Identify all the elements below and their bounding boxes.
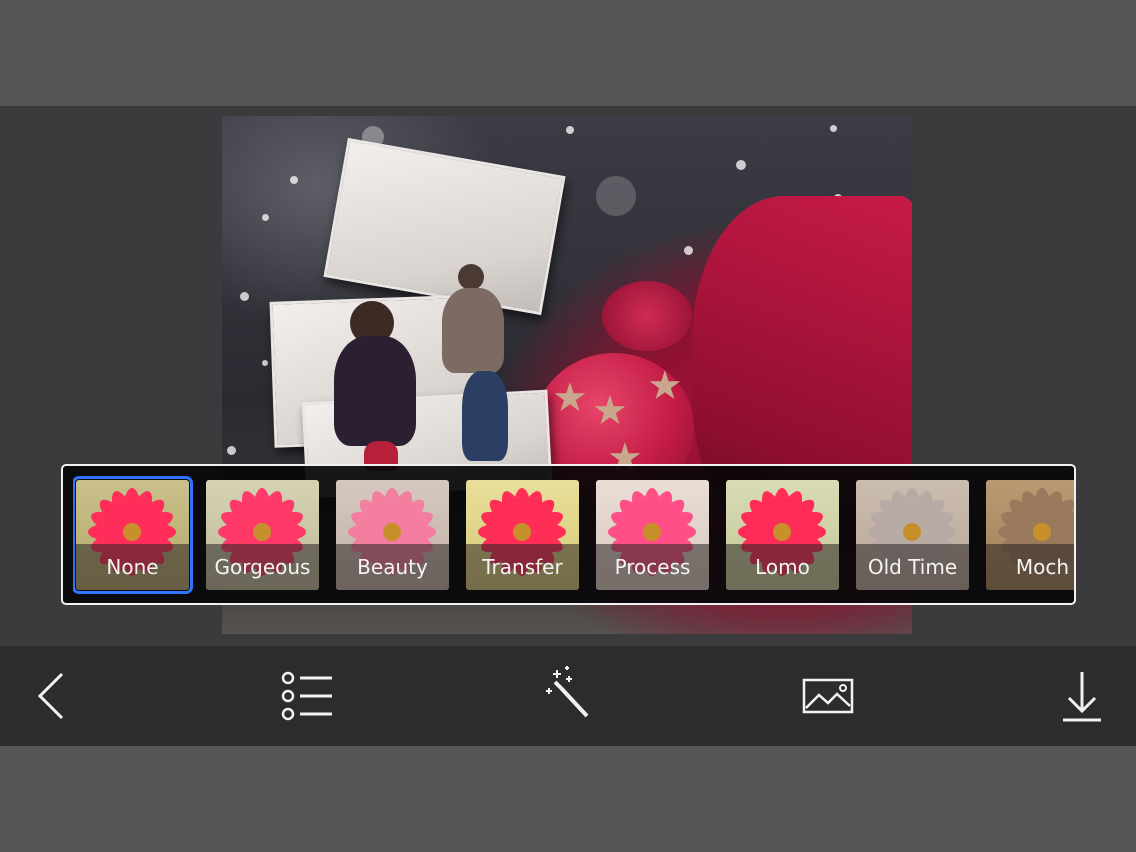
magic-wand-button[interactable]: [535, 662, 605, 732]
filter-old-time[interactable]: Old Time: [856, 480, 969, 590]
top-bar: [0, 0, 1136, 106]
filter-label: Transfer: [466, 544, 579, 590]
filter-beauty[interactable]: Beauty: [336, 480, 449, 590]
list-button[interactable]: [272, 662, 342, 732]
image-button[interactable]: [793, 662, 863, 732]
download-button[interactable]: [1047, 662, 1117, 732]
filter-strip: None Gorgeous Beauty Transfer Process Lomo Old…: [61, 464, 1076, 605]
filter-moch[interactable]: Moch: [986, 480, 1074, 590]
image-icon: [802, 678, 854, 714]
back-button[interactable]: [16, 662, 86, 732]
filter-process[interactable]: Process: [596, 480, 709, 590]
list-icon: [281, 671, 332, 721]
back-chevron-icon: [37, 672, 64, 720]
bottom-bar: [0, 746, 1136, 852]
filter-list[interactable]: None Gorgeous Beauty Transfer Process Lomo Old…: [73, 474, 1074, 594]
download-icon: [1063, 672, 1101, 722]
filter-label: None: [76, 544, 189, 590]
filter-lomo[interactable]: Lomo: [726, 480, 839, 590]
filter-label: Gorgeous: [206, 544, 319, 590]
filter-label: Process: [596, 544, 709, 590]
filter-label: Lomo: [726, 544, 839, 590]
filter-gorgeous[interactable]: Gorgeous: [206, 480, 319, 590]
filter-label: Beauty: [336, 544, 449, 590]
magic-wand-icon: [546, 666, 589, 718]
filter-transfer[interactable]: Transfer: [466, 480, 579, 590]
filter-label: Old Time: [856, 544, 969, 590]
bottom-toolbar: [0, 646, 1136, 746]
filter-none[interactable]: None: [73, 476, 193, 594]
filter-label: Moch: [986, 544, 1074, 590]
